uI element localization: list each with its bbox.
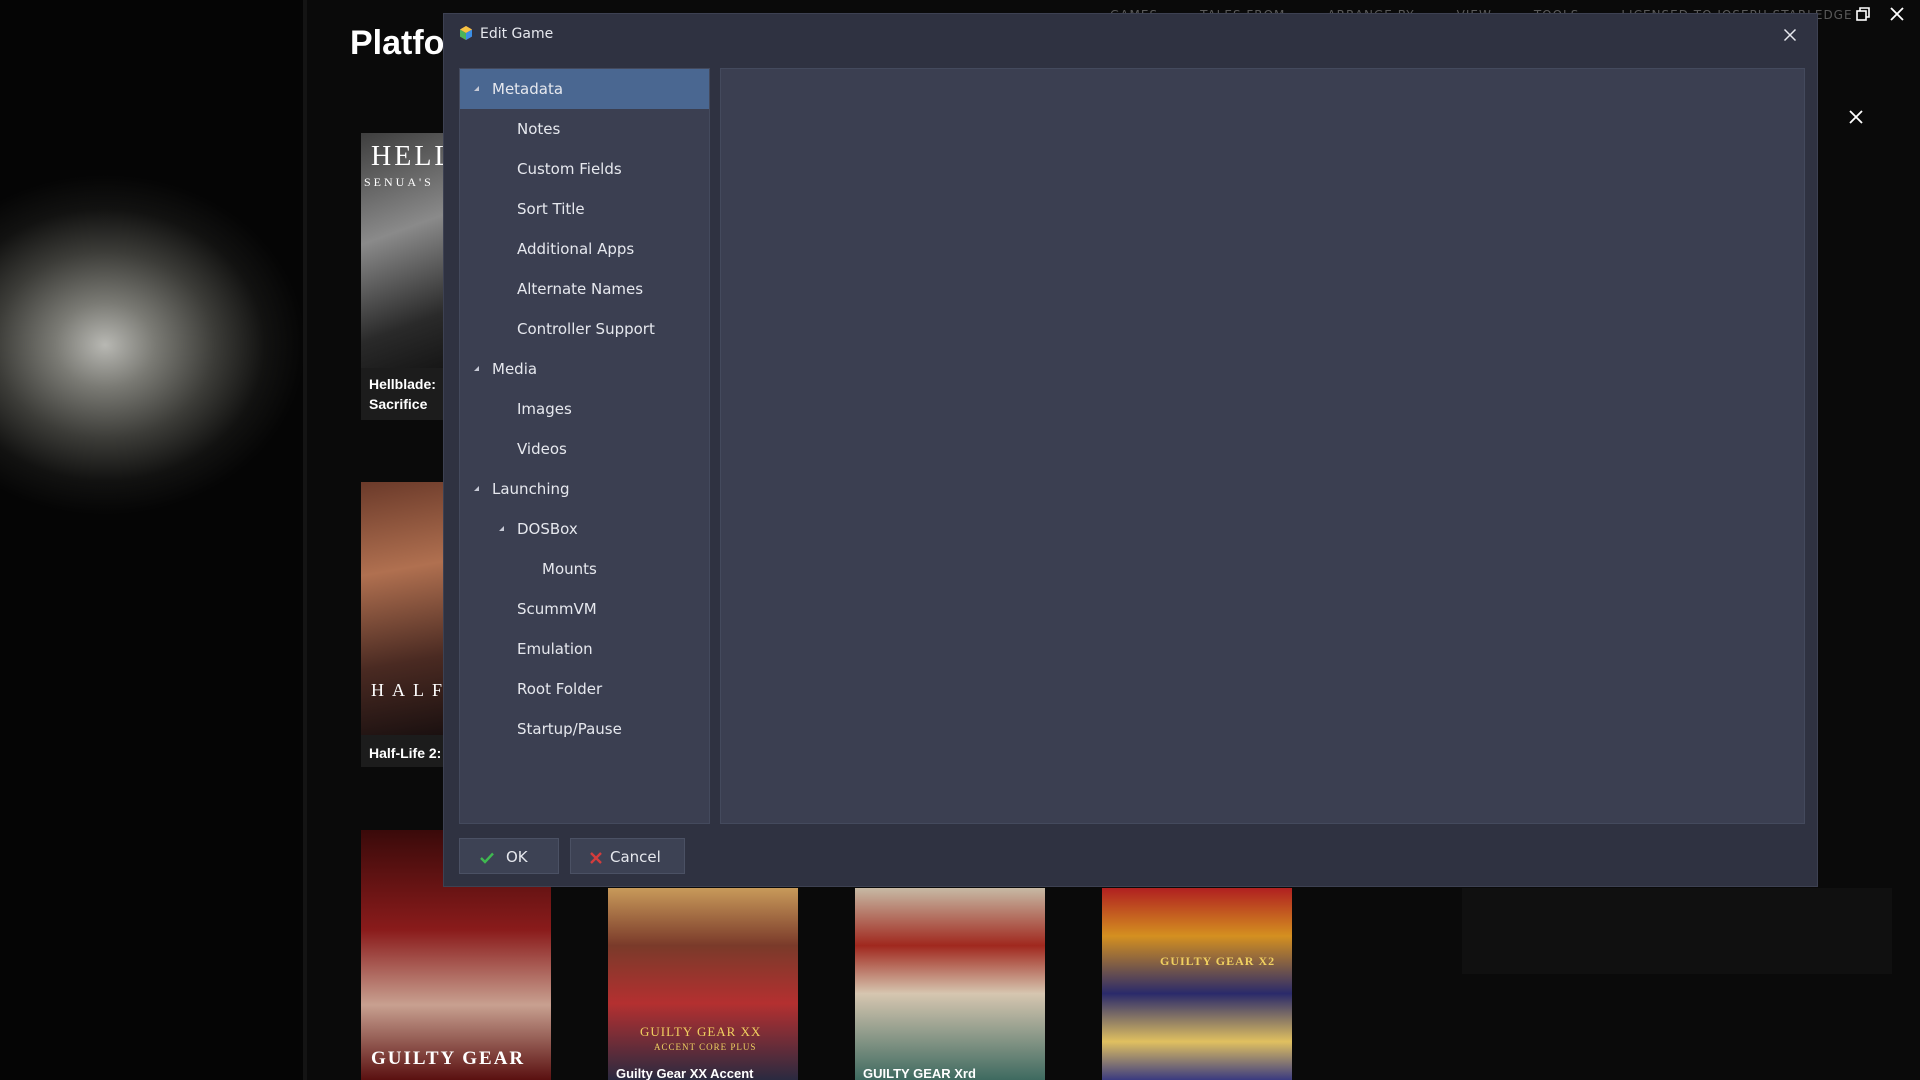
- tile-logo-text: GUILTY GEAR XX: [640, 1024, 762, 1039]
- tree-item-label: Alternate Names: [517, 280, 644, 298]
- tree-item-notes[interactable]: Notes: [460, 109, 709, 149]
- dialog-title: Edit Game: [480, 26, 554, 42]
- tree-item-mounts[interactable]: Mounts: [460, 549, 709, 589]
- game-tile-guilty-gear-xx[interactable]: GUILTY GEAR XX ACCENT CORE PLUS Guilty G…: [608, 888, 798, 1080]
- dialog-titlebar[interactable]: Edit Game: [444, 14, 1817, 54]
- tree-item-emulation[interactable]: Emulation: [460, 629, 709, 669]
- game-tile-hellblade[interactable]: HELL SENUA'S: [361, 133, 451, 380]
- dialog-close-button[interactable]: [1777, 22, 1803, 48]
- tile-logo-text: GUILTY GEAR X2: [1160, 954, 1276, 968]
- tile-logo-subtext: ACCENT CORE PLUS: [654, 1042, 757, 1052]
- game-tile-guilty-gear-xrd[interactable]: GUILTY GEAR Xrd: [855, 888, 1045, 1080]
- background-panel: [1462, 888, 1892, 974]
- tile-caption: Guilty Gear XX Accent: [616, 1066, 754, 1080]
- ok-button-label: OK: [506, 848, 528, 866]
- edit-game-dialog: Edit Game Metadata Notes Custom Fields Sort…: [443, 13, 1818, 887]
- cancel-button[interactable]: Cancel: [570, 838, 685, 874]
- game-tile-caption-bg: Half-Life 2:: [361, 735, 451, 767]
- tree-item-metadata[interactable]: Metadata: [460, 69, 709, 109]
- checkmark-icon: [480, 850, 494, 864]
- tree-item-launching[interactable]: Launching: [460, 469, 709, 509]
- tree-item-media[interactable]: Media: [460, 349, 709, 389]
- tile-logo-text: HALF: [371, 680, 451, 700]
- tree-item-additional-apps[interactable]: Additional Apps: [460, 229, 709, 269]
- expand-caret-icon[interactable]: [474, 366, 479, 371]
- tile-caption: GUILTY GEAR Xrd: [863, 1066, 976, 1080]
- tree-item-dosbox[interactable]: DOSBox: [460, 509, 709, 549]
- window-close-icon[interactable]: [1889, 6, 1905, 27]
- tile-logo-text: GUILTY GEAR: [371, 1048, 526, 1069]
- tree-item-label: Notes: [517, 120, 561, 138]
- tree-item-label: Mounts: [542, 560, 597, 578]
- tree-item-label: Controller Support: [517, 320, 655, 338]
- tree-item-images[interactable]: Images: [460, 389, 709, 429]
- background-blur-art: [0, 0, 305, 1080]
- tree-item-label: Startup/Pause: [517, 720, 622, 738]
- tree-item-label: Metadata: [492, 80, 564, 98]
- expand-caret-icon[interactable]: [499, 526, 504, 531]
- page-title: Platfo: [350, 24, 445, 62]
- tile-logo-subtext: SENUA'S: [364, 175, 434, 189]
- tree-item-startup-pause[interactable]: Startup/Pause: [460, 709, 709, 749]
- tree-item-label: Images: [517, 400, 572, 418]
- tree-item-label: DOSBox: [517, 520, 578, 538]
- tree-item-label: Media: [492, 360, 538, 378]
- tile-caption: Half-Life 2:: [369, 745, 442, 761]
- tree-item-label: ScummVM: [517, 600, 597, 618]
- expand-caret-icon[interactable]: [474, 86, 479, 91]
- settings-tree[interactable]: Metadata Notes Custom Fields Sort Title Addi…: [459, 68, 710, 824]
- tree-item-alternate-names[interactable]: Alternate Names: [460, 269, 709, 309]
- game-tile-guilty-gear-x2[interactable]: GUILTY GEAR X2: [1102, 888, 1292, 1080]
- settings-content-panel: [720, 68, 1805, 824]
- ok-button[interactable]: OK: [459, 838, 559, 874]
- tree-item-label: Sort Title: [517, 200, 585, 218]
- game-tile-half-life[interactable]: HALF: [361, 482, 451, 735]
- tree-item-root-folder[interactable]: Root Folder: [460, 669, 709, 709]
- cancel-x-icon: [589, 850, 603, 864]
- expand-caret-icon[interactable]: [474, 486, 479, 491]
- cancel-button-label: Cancel: [610, 848, 661, 866]
- tree-item-label: Additional Apps: [517, 240, 635, 258]
- tree-item-label: Videos: [517, 440, 567, 458]
- app-logo-icon: [458, 25, 474, 41]
- tree-item-label: Launching: [492, 480, 570, 498]
- restore-icon[interactable]: [1855, 6, 1871, 27]
- tree-item-custom-fields[interactable]: Custom Fields: [460, 149, 709, 189]
- tree-item-controller-support[interactable]: Controller Support: [460, 309, 709, 349]
- tree-item-label: Emulation: [517, 640, 593, 658]
- tree-item-videos[interactable]: Videos: [460, 429, 709, 469]
- game-tile-caption-bg: Hellblade: Sacrifice: [361, 368, 451, 420]
- tile-caption: Sacrifice: [369, 396, 428, 412]
- tree-item-label: Custom Fields: [517, 160, 622, 178]
- tree-item-label: Root Folder: [517, 680, 603, 698]
- tile-logo-text: HELL: [371, 141, 451, 172]
- close-icon: [1783, 28, 1797, 42]
- tree-item-sort-title[interactable]: Sort Title: [460, 189, 709, 229]
- tree-item-scummvm[interactable]: ScummVM: [460, 589, 709, 629]
- tile-caption: Hellblade:: [369, 376, 436, 392]
- panel-close-icon[interactable]: [1848, 106, 1864, 131]
